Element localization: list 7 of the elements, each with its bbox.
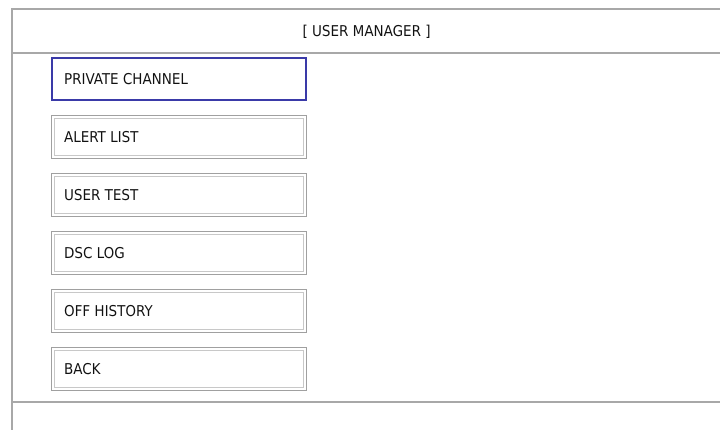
menu-button[interactable]: OFF HISTORY bbox=[51, 289, 307, 333]
menu-button[interactable]: USER TEST bbox=[51, 173, 307, 217]
menu-button[interactable]: BACK bbox=[51, 347, 307, 391]
window-title: [ USER MANAGER ] bbox=[302, 22, 431, 40]
menu-button[interactable]: PRIVATE CHANNEL bbox=[51, 57, 307, 101]
menu-button[interactable]: DSC LOG bbox=[51, 231, 307, 275]
menu-button[interactable]: ALERT LIST bbox=[51, 115, 307, 159]
